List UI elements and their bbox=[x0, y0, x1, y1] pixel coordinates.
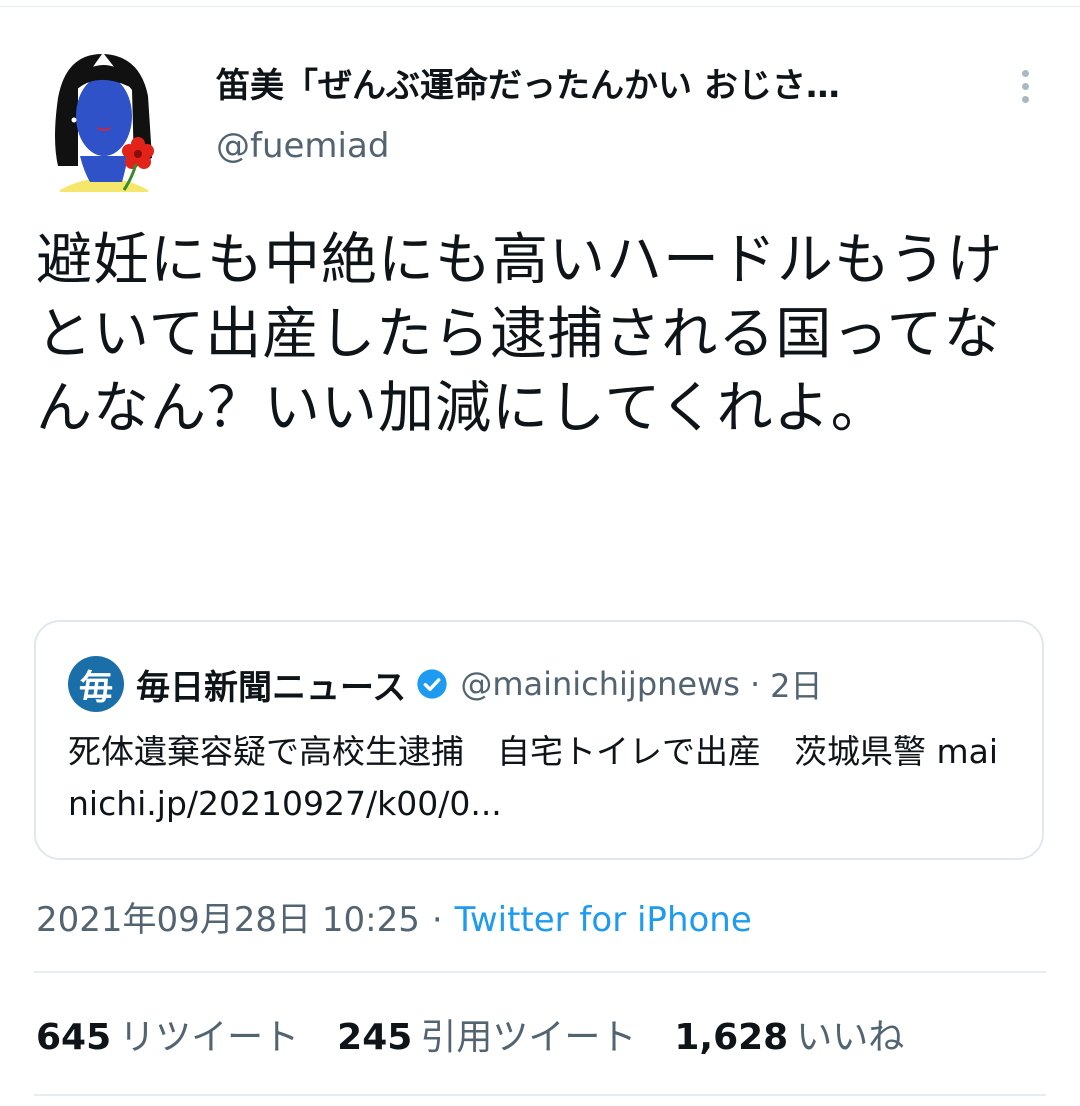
tweet-source-link[interactable]: Twitter for iPhone bbox=[455, 900, 752, 940]
engagement-stats: 645 リツイート 245 引用ツイート 1,628 いいね bbox=[36, 1008, 942, 1060]
more-options-button[interactable] bbox=[1008, 62, 1042, 110]
quoted-tweet-card[interactable]: 毎 毎日新聞ニュース @mainichijpnews · 2日 死体遺棄容疑で高… bbox=[34, 620, 1044, 860]
author-handle[interactable]: @fuemiad bbox=[216, 126, 389, 166]
more-dot-icon bbox=[1021, 69, 1029, 77]
retweets-label: リツイート bbox=[119, 1017, 300, 1058]
likes-stat[interactable]: 1,628 いいね bbox=[674, 1008, 904, 1060]
mainichi-logo-icon: 毎 bbox=[68, 656, 124, 712]
more-dot-icon bbox=[1021, 95, 1029, 103]
likes-label: いいね bbox=[796, 1017, 905, 1058]
author-display-name[interactable]: 笛美「ぜんぶ運命だったんかい おじさ… bbox=[216, 58, 976, 107]
stats-top-divider bbox=[34, 971, 1046, 973]
quoted-tweet-text: 死体遺棄容疑で高校生逮捕 自宅トイレで出産 茨城県警 mainichi.jp/2… bbox=[68, 732, 999, 823]
retweets-count: 645 bbox=[36, 1017, 112, 1058]
quotes-count: 245 bbox=[337, 1017, 413, 1058]
quoted-author-handle: @mainichijpnews bbox=[460, 665, 740, 703]
quoted-tweet-header: 毎 毎日新聞ニュース @mainichijpnews · 2日 bbox=[68, 656, 822, 712]
verified-badge-icon bbox=[417, 669, 447, 699]
more-dot-icon bbox=[1021, 82, 1029, 90]
tweet-timestamp[interactable]: 2021年09月28日 10:25 bbox=[36, 900, 420, 940]
tweet-meta: 2021年09月28日 10:25 · Twitter for iPhone bbox=[36, 892, 752, 941]
user-avatar-illustration[interactable] bbox=[44, 48, 164, 192]
quoted-separator: · bbox=[749, 665, 761, 703]
meta-separator: · bbox=[431, 900, 443, 940]
quotes-stat[interactable]: 245 引用ツイート bbox=[337, 1008, 636, 1060]
tweet-text: 避妊にも中絶にも高いハードルもうけといて出産したら逮捕される国ってなんなん？いい… bbox=[36, 228, 1004, 441]
retweets-stat[interactable]: 645 リツイート bbox=[36, 1008, 299, 1060]
stats-bottom-divider bbox=[34, 1094, 1046, 1096]
quoted-author-name: 毎日新聞ニュース bbox=[136, 667, 407, 708]
quotes-label: 引用ツイート bbox=[420, 1017, 637, 1058]
quoted-tweet-age: 2日 bbox=[770, 667, 823, 705]
top-divider bbox=[0, 6, 1080, 7]
likes-count: 1,628 bbox=[674, 1017, 789, 1058]
